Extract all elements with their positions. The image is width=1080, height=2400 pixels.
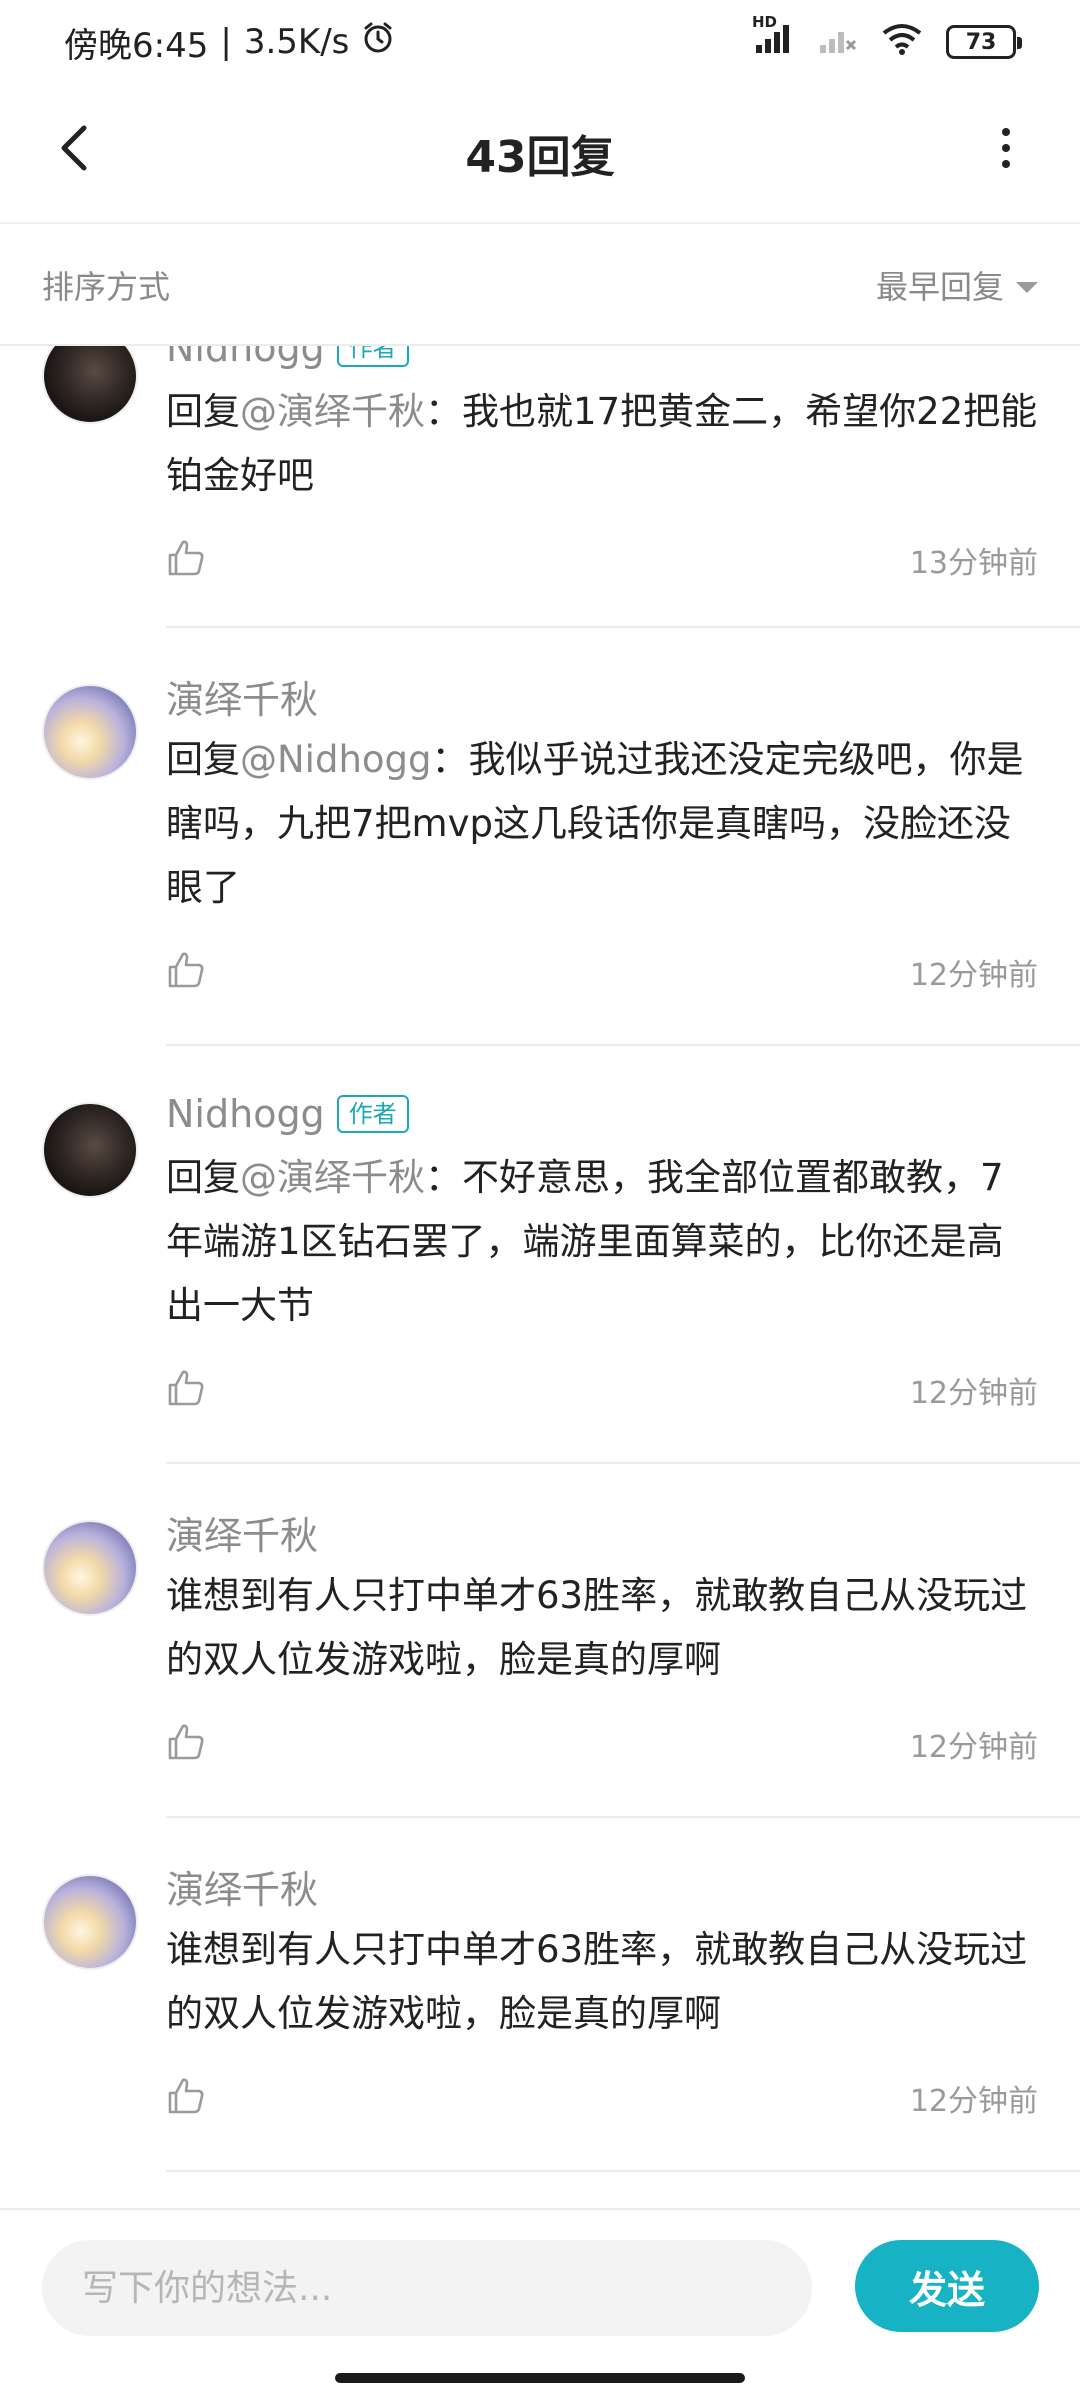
comment-body: 演绎千秋 回复@Nidhogg：我似乎说过我还没定完级吧，你是瞎吗，九把7把mv… <box>166 668 1038 1000</box>
thumbs-up-icon <box>168 1370 204 1406</box>
caret-down-icon <box>1016 281 1038 293</box>
comment-body: 演绎千秋 谁想到有人只打中单才63胜率，就敢教自己从没玩过的双人位发游戏啦，脸是… <box>166 1858 1038 2126</box>
author-name[interactable]: 演绎千秋 <box>166 1505 318 1560</box>
status-speed: 3.5K/s <box>243 22 350 62</box>
like-button[interactable] <box>166 1722 206 1766</box>
status-bar: 傍晚6:45 | 3.5K/s HD 73 <box>0 0 1080 84</box>
home-indicator[interactable] <box>335 2373 745 2383</box>
sort-label: 排序方式 <box>42 268 171 306</box>
thumbs-up-icon <box>168 2078 204 2114</box>
comment-time: 12分钟前 <box>909 1376 1038 1411</box>
comment-meta: 12分钟前 <box>166 944 1038 1000</box>
reply-prefix: 回复 <box>166 390 240 433</box>
avatar[interactable] <box>42 1520 138 1616</box>
comment-input-bar: 发送 <box>0 2208 1080 2358</box>
more-options-button[interactable] <box>970 112 1042 184</box>
comment-body: 演绎千秋 谁想到有人只打中单才63胜率，就敢教自己从没玩过的双人位发游戏啦，脸是… <box>166 1504 1038 1772</box>
author-row: 演绎千秋 <box>166 668 1038 724</box>
comment-time: 12分钟前 <box>909 2084 1038 2119</box>
reply-prefix: 回复 <box>166 738 240 781</box>
reply-prefix: 回复 <box>166 1156 240 1199</box>
divider <box>166 2170 1080 2172</box>
title-bar: 43回复 <box>0 84 1080 224</box>
author-name[interactable]: 演绎千秋 <box>166 669 318 724</box>
comment-body: Nidhogg 作者 回复@演绎千秋：我也就17把黄金二，希望你22把能铂金好吧… <box>166 346 1038 588</box>
comment-time: 12分钟前 <box>909 1730 1038 1765</box>
more-vertical-icon <box>1002 128 1010 168</box>
comment-content: 谁想到有人只打中单才63胜率，就敢教自己从没玩过的双人位发游戏啦，脸是真的厚啊 <box>166 1928 1028 2035</box>
back-button[interactable] <box>38 112 110 184</box>
page-title: 43回复 <box>465 132 615 183</box>
chevron-left-icon <box>61 125 87 171</box>
like-button[interactable] <box>166 2076 206 2120</box>
author-tag: 作者 <box>336 1095 409 1133</box>
author-name[interactable]: Nidhogg <box>166 346 325 370</box>
battery-level: 73 <box>965 29 997 55</box>
comment-text[interactable]: 回复@演绎千秋：我也就17把黄金二，希望你22把能铂金好吧 <box>166 380 1038 508</box>
comment-content: 谁想到有人只打中单才63胜率，就敢教自己从没玩过的双人位发游戏啦，脸是真的厚啊 <box>166 1574 1028 1681</box>
thumbs-up-icon <box>168 540 204 576</box>
comment-text[interactable]: 谁想到有人只打中单才63胜率，就敢教自己从没玩过的双人位发游戏啦，脸是真的厚啊 <box>166 1918 1038 2046</box>
comment-text[interactable]: 回复@演绎千秋：不好意思，我全部位置都敢教，7年端游1区钻石罢了，端游里面算菜的… <box>166 1146 1038 1338</box>
mention-link[interactable]: @演绎千秋 <box>240 1156 425 1199</box>
author-row: Nidhogg 作者 <box>166 1086 1038 1142</box>
battery-icon: 73 <box>946 25 1022 59</box>
mention-link[interactable]: @Nidhogg <box>240 738 432 781</box>
comment-body: Nidhogg 作者 回复@演绎千秋：不好意思，我全部位置都敢教，7年端游1区钻… <box>166 1086 1038 1418</box>
thumbs-up-icon <box>168 952 204 988</box>
sort-selected-value: 最早回复 <box>875 268 1004 306</box>
comment-item: 演绎千秋 回复@Nidhogg：我似乎说过我还没定完级吧，你是瞎吗，九把7把mv… <box>0 628 1080 1046</box>
mention-link[interactable]: @演绎千秋 <box>240 390 425 433</box>
avatar[interactable] <box>42 1874 138 1970</box>
author-name[interactable]: 演绎千秋 <box>166 1859 318 1914</box>
status-time: 傍晚6:45 <box>64 25 209 66</box>
signal-off-icon <box>816 21 858 64</box>
avatar[interactable] <box>42 1102 138 1198</box>
like-button[interactable] <box>166 1368 206 1412</box>
alarm-icon <box>361 21 395 64</box>
sort-bar: 排序方式 最早回复 <box>0 226 1080 346</box>
author-row: Nidhogg 作者 <box>166 346 1038 376</box>
network-badge: HD <box>752 12 778 31</box>
comment-text[interactable]: 回复@Nidhogg：我似乎说过我还没定完级吧，你是瞎吗，九把7把mvp这几段话… <box>166 728 1038 920</box>
send-button[interactable]: 发送 <box>855 2240 1039 2332</box>
comment-meta: 13分钟前 <box>166 532 1038 588</box>
author-tag: 作者 <box>336 346 409 367</box>
comment-text[interactable]: 谁想到有人只打中单才63胜率，就敢教自己从没玩过的双人位发游戏啦，脸是真的厚啊 <box>166 1564 1038 1692</box>
avatar[interactable] <box>42 346 138 424</box>
comment-input[interactable] <box>42 2240 812 2336</box>
status-left: 傍晚6:45 | 3.5K/s <box>64 18 395 67</box>
comment-time: 12分钟前 <box>909 958 1038 993</box>
comment-item: Nidhogg 作者 回复@演绎千秋：不好意思，我全部位置都敢教，7年端游1区钻… <box>0 1046 1080 1464</box>
comment-meta: 12分钟前 <box>166 1362 1038 1418</box>
comment-item: 演绎千秋 谁想到有人只打中单才63胜率，就敢教自己从没玩过的双人位发游戏啦，脸是… <box>0 1818 1080 2172</box>
wifi-icon <box>880 21 924 64</box>
comment-item: Nidhogg 作者 回复@演绎千秋：我也就17把黄金二，希望你22把能铂金好吧… <box>0 346 1080 628</box>
status-separator: | <box>220 22 232 62</box>
comment-time: 13分钟前 <box>909 546 1038 581</box>
sort-dropdown[interactable]: 最早回复 <box>876 262 1038 308</box>
thumbs-up-icon <box>168 1724 204 1760</box>
signal-icon: HD <box>752 13 794 64</box>
status-right: HD 73 <box>752 13 1022 64</box>
comment-item: 演绎千秋 谁想到有人只打中单才63胜率，就敢教自己从没玩过的双人位发游戏啦，脸是… <box>0 1464 1080 1818</box>
author-row: 演绎千秋 <box>166 1504 1038 1560</box>
avatar[interactable] <box>42 684 138 780</box>
like-button[interactable] <box>166 950 206 994</box>
author-row: 演绎千秋 <box>166 1858 1038 1914</box>
comment-meta: 12分钟前 <box>166 1716 1038 1772</box>
like-button[interactable] <box>166 538 206 582</box>
comment-list[interactable]: Nidhogg 作者 回复@演绎千秋：我也就17把黄金二，希望你22把能铂金好吧… <box>0 346 1080 2206</box>
comment-meta: 12分钟前 <box>166 2070 1038 2126</box>
author-name[interactable]: Nidhogg <box>166 1092 325 1136</box>
